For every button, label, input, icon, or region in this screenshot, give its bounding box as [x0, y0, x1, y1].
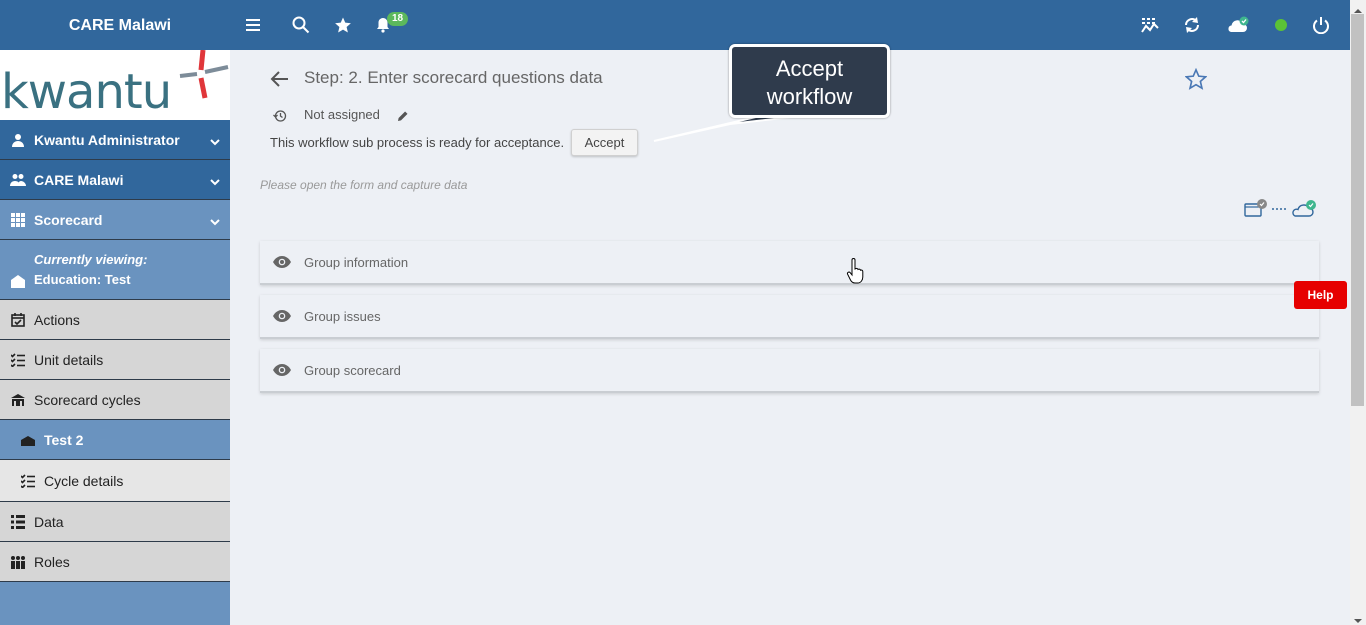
sidebar-item-roles[interactable]: Roles — [0, 542, 230, 582]
sidebar-item-data[interactable]: Data — [0, 502, 230, 542]
sidebar-item-test-2[interactable]: Test 2 — [0, 420, 230, 460]
hand-cursor-icon — [846, 258, 864, 289]
group-information-panel[interactable]: Group information — [260, 241, 1319, 285]
history-icon — [273, 109, 287, 128]
top-bar: CARE Malawi 18 — [0, 0, 1350, 50]
calendar-check-icon — [10, 312, 26, 328]
viewing-value: Education: Test — [34, 272, 131, 287]
sidebar-item-actions[interactable]: Actions — [0, 300, 230, 340]
sidebar-item-label: Unit details — [34, 351, 104, 368]
sidebar-item-care-malawi[interactable]: CARE Malawi — [0, 160, 230, 200]
star-icon[interactable] — [332, 14, 354, 36]
sidebar-item-label: Cycle details — [44, 472, 124, 489]
group-icon — [10, 554, 26, 570]
sidebar-item-label: Scorecard cycles — [34, 391, 141, 408]
search-icon[interactable] — [290, 14, 312, 36]
sidebar-item-label: Scorecard — [34, 211, 103, 228]
school-icon — [20, 432, 36, 448]
eye-icon[interactable] — [272, 309, 292, 323]
edit-pencil-icon[interactable] — [397, 109, 409, 127]
device-check-icon — [1244, 199, 1267, 217]
analytics-icon[interactable] — [1139, 14, 1161, 36]
scroll-down-arrow-icon[interactable] — [1353, 612, 1363, 625]
scroll-up-arrow-icon[interactable] — [1353, 2, 1363, 20]
accept-workflow-callout: Accept workflow — [729, 44, 890, 118]
school-icon — [10, 274, 26, 291]
assignment-status: Not assigned — [304, 107, 380, 122]
scrollbar-thumb[interactable] — [1351, 14, 1364, 406]
sidebar-item-scorecard[interactable]: Scorecard — [0, 200, 230, 240]
sidebar-item-kwantu-administrator[interactable]: Kwantu Administrator — [0, 120, 230, 160]
help-button[interactable]: Help — [1294, 281, 1347, 309]
acceptance-message: This workflow sub process is ready for a… — [270, 135, 565, 150]
group-label: Group issues — [304, 308, 381, 324]
school-icon — [10, 392, 26, 408]
sidebar: kwantu Kwantu Administrator CARE Malawi … — [0, 50, 230, 625]
checklist-icon — [10, 352, 26, 368]
sidebar-item-label: CARE Malawi — [34, 171, 124, 188]
sidebar-item-label: Data — [34, 513, 64, 530]
sidebar-item-label: Roles — [34, 553, 70, 570]
capture-hint: Please open the form and capture data — [260, 178, 468, 192]
notification-badge: 18 — [387, 12, 409, 26]
back-arrow-icon[interactable] — [270, 70, 290, 93]
callout-line-2: workflow — [766, 84, 853, 109]
kwantu-logo: kwantu — [0, 50, 230, 120]
sync-status — [1243, 198, 1319, 225]
sidebar-item-cycle-details[interactable]: Cycle details — [0, 460, 230, 502]
power-icon[interactable] — [1310, 14, 1332, 36]
sidebar-item-label: Actions — [34, 311, 80, 328]
chevron-down-icon — [210, 213, 220, 229]
menu-icon[interactable] — [242, 14, 264, 36]
logo-text: kwantu — [1, 64, 172, 120]
group-label: Group scorecard — [304, 362, 401, 378]
callout-line-1: Accept — [775, 56, 844, 81]
sidebar-item-label: Kwantu Administrator — [34, 131, 180, 148]
grid-icon — [10, 212, 26, 228]
group-issues-panel[interactable]: Group issues — [260, 295, 1319, 339]
cloud-synced-icon — [1292, 200, 1316, 217]
group-scorecard-panel[interactable]: Group scorecard — [260, 349, 1319, 393]
people-icon — [10, 172, 26, 188]
org-title: CARE Malawi — [68, 17, 172, 34]
chevron-down-icon — [210, 133, 220, 149]
online-status-icon — [1270, 14, 1292, 36]
step-title: Step: 2. Enter scorecard questions data — [304, 68, 603, 87]
person-icon — [10, 132, 26, 148]
viewing-label: Currently viewing: — [34, 252, 148, 267]
eye-icon[interactable] — [272, 363, 292, 377]
favourite-star-icon[interactable] — [1184, 67, 1208, 95]
accept-button[interactable]: Accept — [571, 129, 638, 156]
sidebar-item-scorecard-cycles[interactable]: Scorecard cycles — [0, 380, 230, 420]
cloud-check-icon[interactable] — [1225, 14, 1251, 36]
checklist-icon — [20, 473, 36, 489]
sidebar-item-unit-details[interactable]: Unit details — [0, 340, 230, 380]
list-icon — [10, 514, 26, 530]
chevron-down-icon — [210, 173, 220, 189]
group-label: Group information — [304, 254, 409, 270]
sync-icon[interactable] — [1181, 14, 1203, 36]
eye-icon[interactable] — [272, 255, 292, 269]
sidebar-item-label: Test 2 — [44, 431, 84, 448]
currently-viewing: Currently viewing: Education: Test — [0, 240, 230, 300]
